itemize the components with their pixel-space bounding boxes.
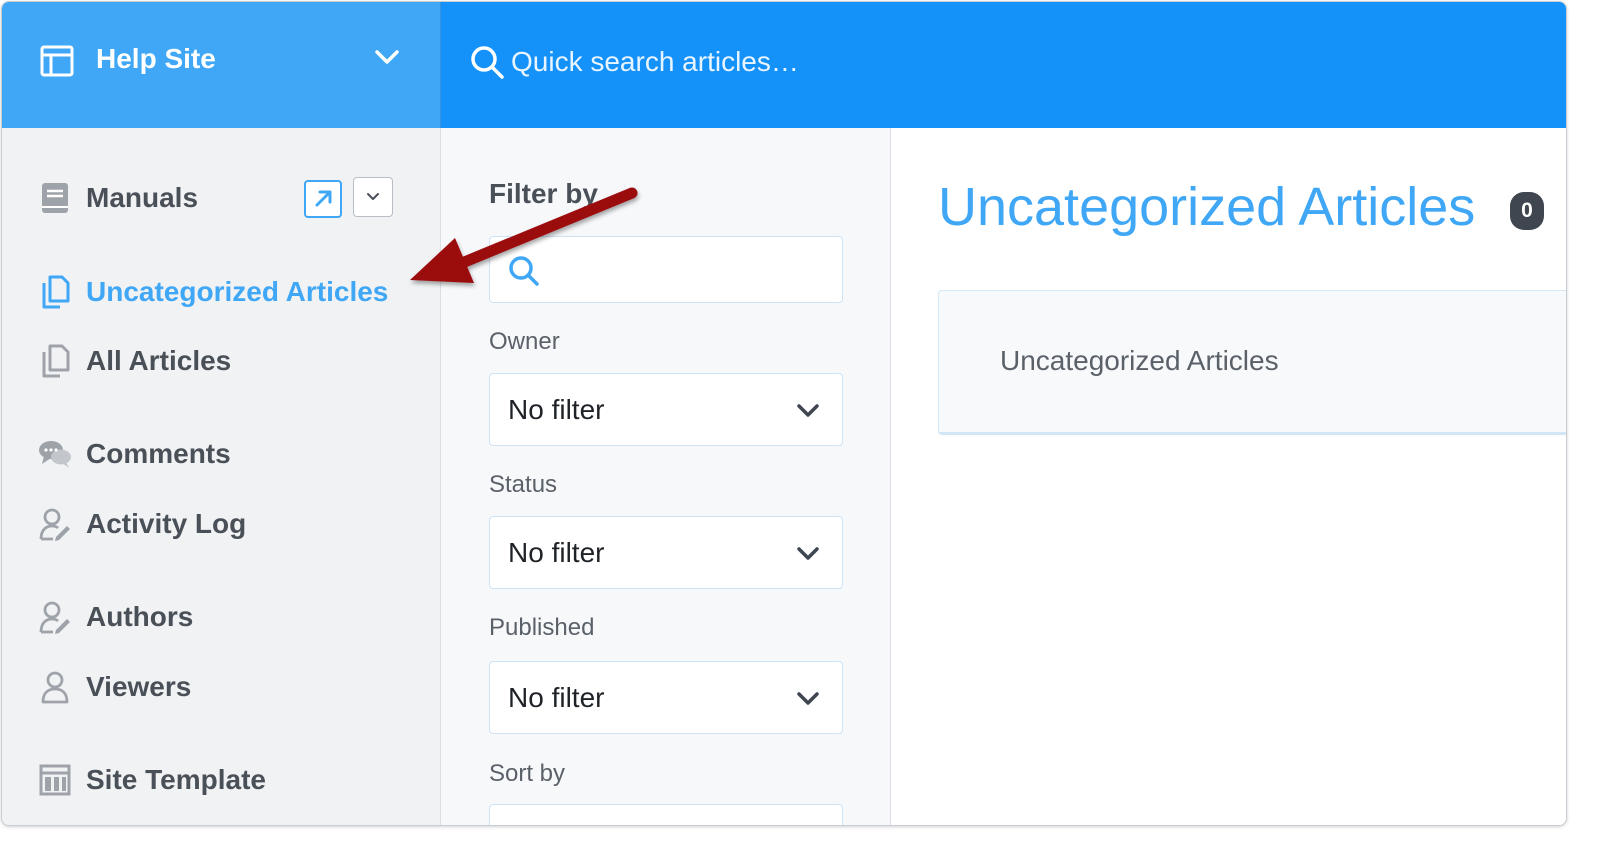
external-link-icon [315, 190, 332, 207]
template-icon [38, 762, 72, 798]
sidebar-item-label: Comments [86, 438, 231, 469]
documents-icon [38, 343, 72, 379]
owner-select[interactable]: No filter [489, 373, 843, 446]
filter-panel: Filter by Owner No filter Status No filt… [441, 128, 891, 825]
card-heading: Uncategorized Articles [1000, 345, 1279, 376]
owner-label: Owner [489, 328, 560, 355]
app-window: Help Site Manuals [1, 1, 1567, 826]
sidebar-item-label: Activity Log [86, 508, 247, 539]
chevron-down-icon [797, 404, 819, 417]
filter-search-input[interactable] [554, 249, 824, 291]
user-edit-icon [38, 506, 72, 542]
sidebar-item-label: Manuals [86, 182, 199, 213]
sidebar-item-activity-log[interactable]: Activity Log [38, 506, 246, 542]
sidebar: Manuals Uncategorized Articles All Artic… [2, 128, 441, 825]
filter-search-field[interactable] [489, 236, 843, 303]
page-title: Uncategorized Articles [938, 177, 1476, 237]
sidebar-item-viewers[interactable]: Viewers [38, 669, 191, 705]
quick-search-input[interactable] [511, 38, 1111, 86]
documents-icon [38, 274, 72, 310]
status-select-value: No filter [508, 537, 605, 568]
sort-by-select[interactable] [489, 804, 843, 825]
search-icon [471, 46, 504, 79]
sidebar-item-comments[interactable]: Comments [38, 436, 231, 472]
comments-icon [38, 436, 72, 472]
articles-card: Uncategorized Articles [938, 290, 1566, 435]
status-select[interactable]: No filter [489, 516, 843, 589]
sidebar-item-label: Authors [86, 601, 194, 632]
site-switcher[interactable]: Help Site [2, 2, 441, 128]
sidebar-item-label: All Articles [86, 345, 232, 376]
book-icon [38, 180, 72, 216]
manuals-dropdown-button[interactable] [353, 177, 393, 217]
sidebar-item-label: Site Template [86, 764, 266, 795]
published-select[interactable]: No filter [489, 661, 843, 734]
main-content: Uncategorized Articles 0 Uncategorized A… [891, 128, 1566, 825]
sort-by-label: Sort by [489, 760, 566, 787]
sidebar-item-label: Uncategorized Articles [86, 276, 389, 307]
filter-title: Filter by [489, 178, 598, 209]
sidebar-item-uncategorized-articles[interactable]: Uncategorized Articles [38, 274, 388, 310]
sidebar-item-authors[interactable]: Authors [38, 599, 193, 635]
browser-window-icon [40, 45, 74, 77]
published-select-value: No filter [508, 682, 605, 713]
sidebar-item-all-articles[interactable]: All Articles [38, 343, 231, 379]
chevron-down-icon [375, 50, 399, 64]
chevron-down-icon [797, 547, 819, 560]
site-name: Help Site [96, 43, 216, 74]
user-icon [38, 669, 72, 705]
sidebar-item-manuals[interactable]: Manuals [38, 180, 198, 216]
chevron-down-icon [797, 692, 819, 705]
status-label: Status [489, 471, 558, 498]
open-external-button[interactable] [304, 180, 342, 218]
top-bar [441, 2, 1566, 128]
owner-select-value: No filter [508, 394, 605, 425]
search-icon [509, 256, 539, 286]
count-badge: 0 [1510, 192, 1544, 230]
published-label: Published [489, 614, 595, 641]
sidebar-item-site-template[interactable]: Site Template [38, 762, 266, 798]
user-edit-icon [38, 599, 72, 635]
chevron-down-icon [367, 193, 379, 200]
sidebar-item-label: Viewers [86, 671, 192, 702]
